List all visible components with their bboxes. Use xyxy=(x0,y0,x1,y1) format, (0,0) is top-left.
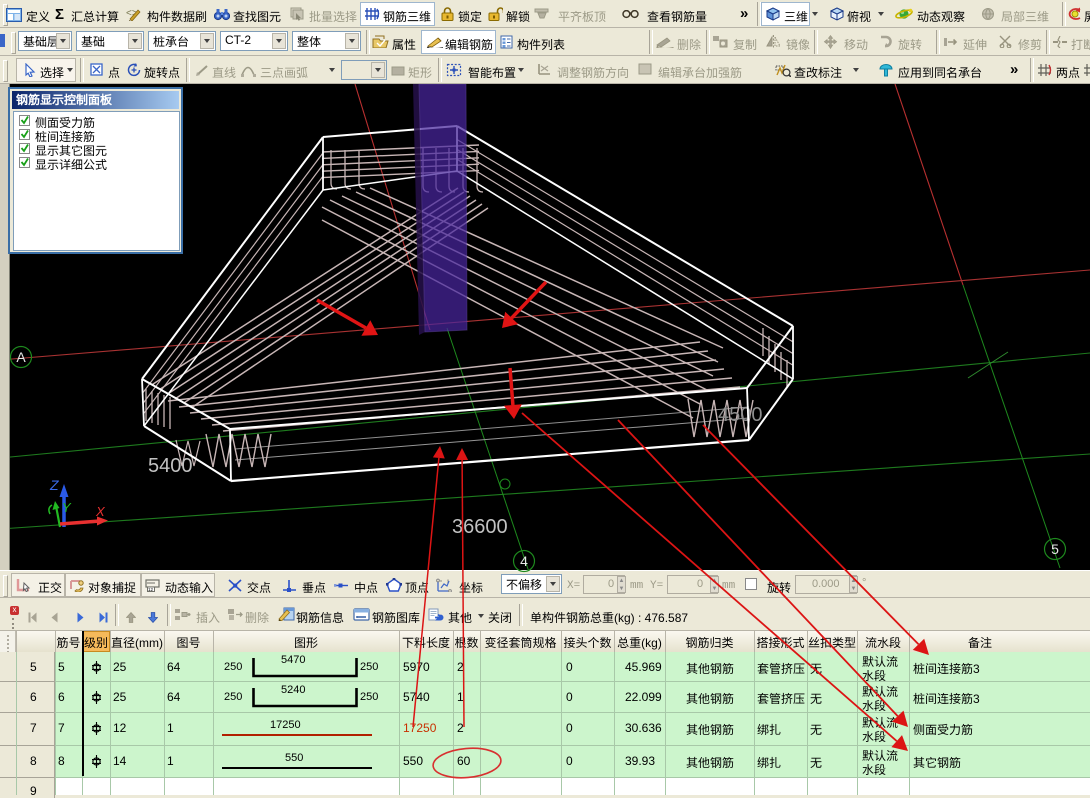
svg-text:12: 12 xyxy=(148,587,154,592)
svg-text:A: A xyxy=(16,349,26,365)
svg-text:4500: 4500 xyxy=(718,404,763,426)
svg-text:Y: Y xyxy=(62,500,72,515)
svg-text:Z: Z xyxy=(49,477,59,493)
svg-text:y: y xyxy=(447,578,449,583)
svg-text:36600: 36600 xyxy=(452,516,508,538)
svg-text:X: X xyxy=(95,504,106,519)
svg-text:5400: 5400 xyxy=(148,455,193,477)
svg-text:5: 5 xyxy=(1051,541,1059,557)
svg-text:x: x xyxy=(440,578,442,583)
